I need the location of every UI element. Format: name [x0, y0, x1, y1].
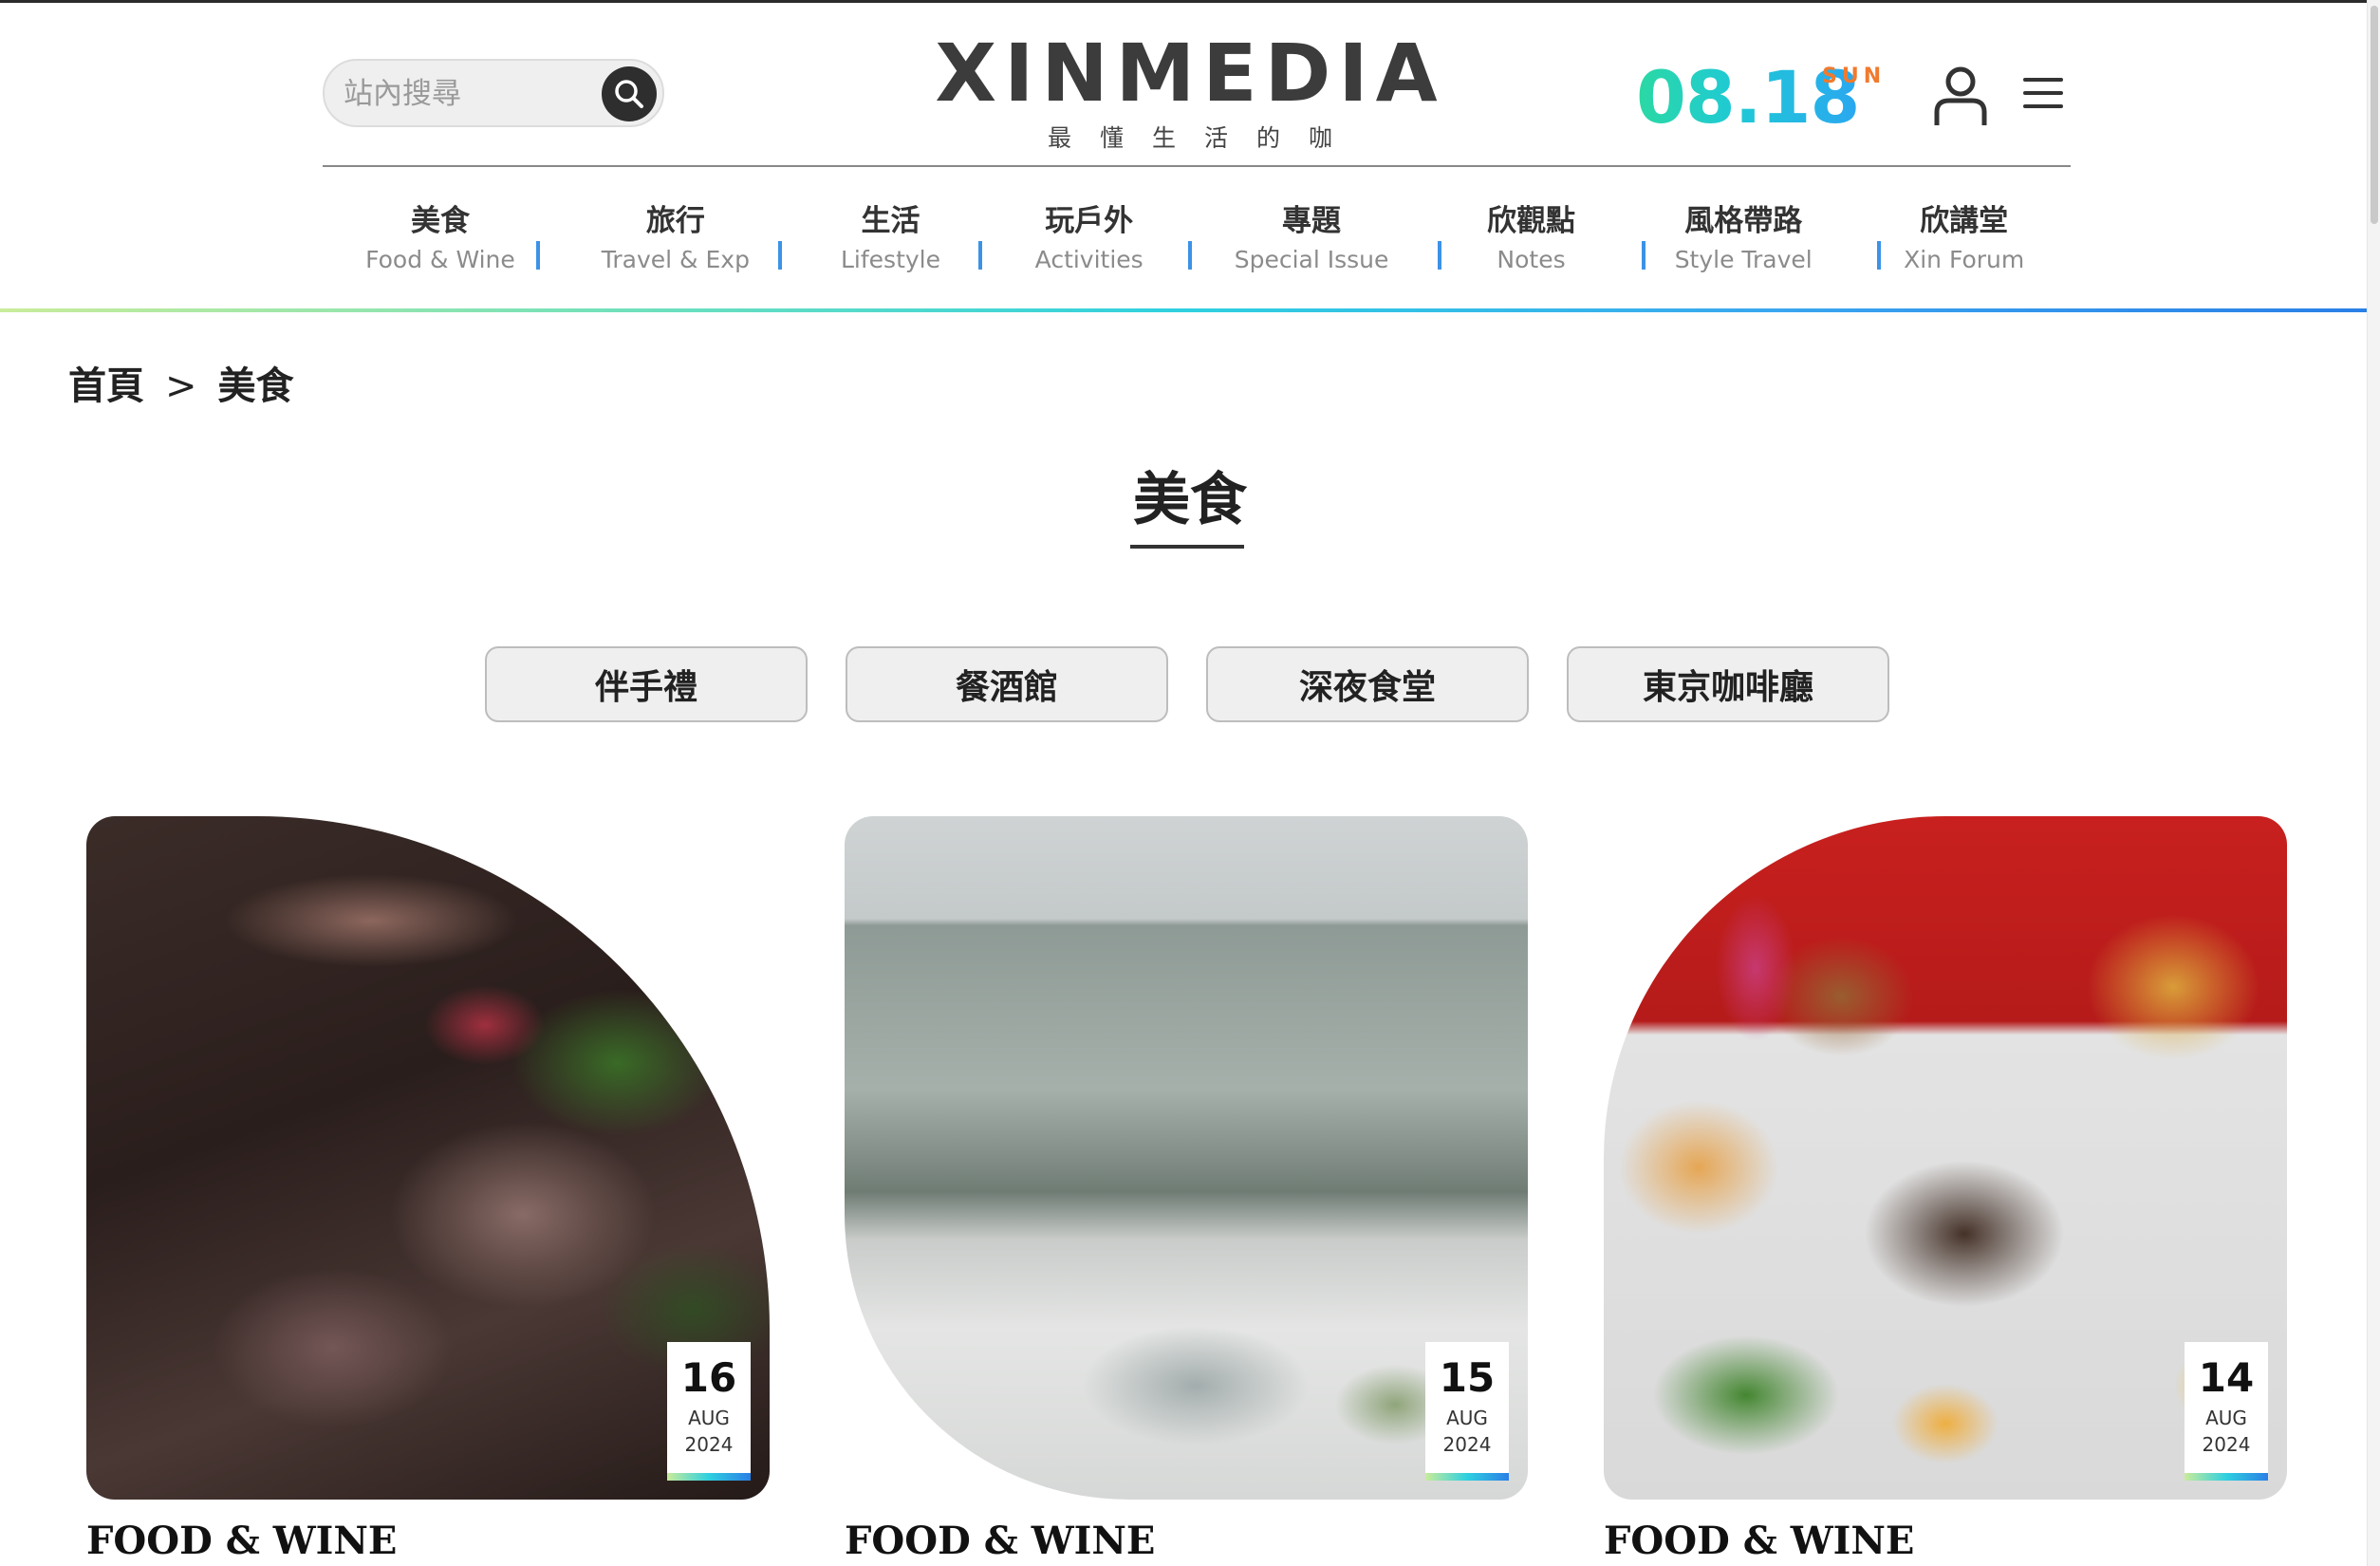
date-day: 15 [1439, 1354, 1496, 1401]
nav-item-label: 生活 [861, 204, 920, 238]
article-category[interactable]: FOOD & WINE [86, 1519, 397, 1563]
nav-item-sublabel: Notes [1497, 246, 1566, 273]
nav-item-label: 美食 [410, 204, 470, 238]
nav-item-sublabel: Activities [1034, 246, 1144, 273]
nav-item-food[interactable]: 美食 Food & Wine [323, 199, 558, 294]
date-month: AUG [688, 1407, 730, 1429]
page-title: 美食 [1133, 467, 1247, 533]
nav-item-style-travel[interactable]: 風格帶路 Style Travel [1629, 199, 1857, 294]
nav-item-sublabel: Lifestyle [840, 246, 940, 273]
page-title-underline [1130, 545, 1244, 549]
nav-separator [1877, 241, 1881, 270]
date-month: AUG [1446, 1407, 1488, 1429]
nav-item-label: 旅行 [645, 204, 705, 238]
article-card[interactable]: 16 AUG 2024 FOOD & WINE [86, 816, 770, 1563]
article-category[interactable]: FOOD & WINE [1604, 1519, 1914, 1563]
nav-item-activities[interactable]: 玩戶外 Activities [988, 199, 1190, 294]
article-image[interactable]: 15 AUG 2024 [845, 816, 1528, 1500]
nav-separator [1438, 241, 1441, 270]
nav-item-sublabel: Xin Forum [1904, 246, 2025, 273]
nav-separator [978, 241, 982, 270]
breadcrumb: 首頁 > 美食 [68, 355, 294, 410]
breadcrumb-separator: > [165, 364, 197, 408]
nav-item-special-issue[interactable]: 專題 Special Issue [1190, 199, 1433, 294]
nav-separator [536, 241, 540, 270]
breadcrumb-home[interactable]: 首頁 [68, 364, 144, 408]
main-nav: 美食 Food & Wine 旅行 Travel & Exp 生活 Lifest… [323, 199, 2071, 294]
nav-item-travel[interactable]: 旅行 Travel & Exp [558, 199, 793, 294]
nav-item-notes[interactable]: 欣觀點 Notes [1433, 199, 1629, 294]
nav-separator [778, 241, 782, 270]
nav-separator [1188, 241, 1192, 270]
date-day: 14 [2198, 1354, 2255, 1401]
category-button-souvenir[interactable]: 伴手禮 [485, 646, 808, 722]
nav-item-sublabel: Food & Wine [365, 246, 515, 273]
top-border [0, 0, 2380, 3]
nav-item-sublabel: Travel & Exp [601, 246, 750, 273]
date-day: 16 [680, 1354, 737, 1401]
date-year: 2024 [684, 1433, 734, 1456]
nav-item-xin-forum[interactable]: 欣講堂 Xin Forum [1857, 199, 2071, 294]
nav-item-sublabel: Special Issue [1234, 246, 1389, 273]
article-card[interactable]: 14 AUG 2024 FOOD & WINE [1604, 816, 2287, 1563]
current-day: SUN [1822, 65, 1887, 88]
nav-item-lifestyle[interactable]: 生活 Lifestyle [793, 199, 988, 294]
article-card[interactable]: 15 AUG 2024 FOOD & WINE [845, 816, 1528, 1563]
date-badge: 15 AUG 2024 [1425, 1342, 1509, 1481]
breadcrumb-current: 美食 [217, 364, 294, 408]
category-button-bistro[interactable]: 餐酒館 [846, 646, 1168, 722]
article-category[interactable]: FOOD & WINE [845, 1519, 1155, 1563]
date-year: 2024 [1442, 1433, 1492, 1456]
nav-item-label: 專題 [1282, 204, 1342, 238]
nav-item-sublabel: Style Travel [1674, 246, 1813, 273]
hamburger-menu-icon[interactable] [2023, 76, 2063, 110]
header-divider [323, 165, 2071, 167]
user-icon[interactable] [1932, 65, 1989, 127]
nav-item-label: 風格帶路 [1684, 204, 1803, 238]
category-button-tokyo-cafe[interactable]: 東京咖啡廳 [1567, 646, 1889, 722]
article-image[interactable]: 14 AUG 2024 [1604, 816, 2287, 1500]
nav-separator [1642, 241, 1646, 270]
date-year: 2024 [2202, 1433, 2251, 1456]
date-badge: 14 AUG 2024 [2185, 1342, 2268, 1481]
article-image[interactable]: 16 AUG 2024 [86, 816, 770, 1500]
site-tagline: 最懂生活的咖 [1047, 124, 1361, 152]
nav-item-label: 欣講堂 [1920, 204, 2009, 238]
date-month: AUG [2205, 1407, 2247, 1429]
category-button-late-night[interactable]: 深夜食堂 [1206, 646, 1529, 722]
page-scrollbar[interactable] [2367, 0, 2380, 1566]
nav-item-label: 玩戶外 [1045, 204, 1134, 238]
nav-gradient-divider [0, 308, 2367, 312]
nav-item-label: 欣觀點 [1487, 204, 1576, 238]
date-badge-accent [667, 1473, 751, 1481]
date-badge: 16 AUG 2024 [667, 1342, 751, 1481]
date-badge-accent [1425, 1473, 1509, 1481]
date-badge-accent [2185, 1473, 2268, 1481]
